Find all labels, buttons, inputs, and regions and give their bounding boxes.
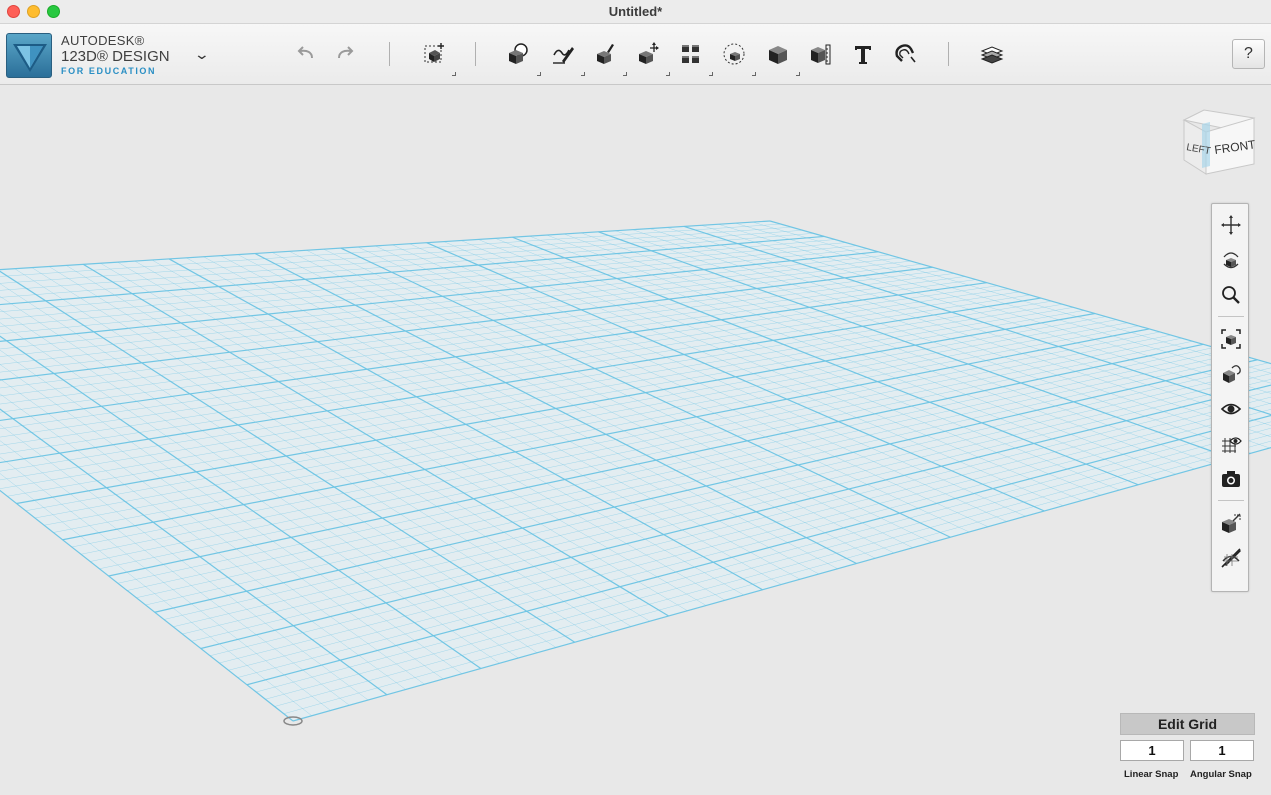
undo-icon — [297, 46, 313, 59]
modify-icon — [639, 42, 659, 64]
orbit-button[interactable] — [1218, 247, 1244, 273]
screenshot-icon — [1222, 471, 1240, 487]
help-button[interactable]: ? — [1232, 39, 1265, 69]
group-icon — [723, 43, 745, 65]
app-menu-chevron-icon[interactable]: ⌄ — [194, 46, 210, 63]
orbit-icon — [1223, 252, 1239, 269]
pan-button[interactable] — [1218, 212, 1244, 238]
sketch-button[interactable] — [547, 38, 585, 76]
screenshot-button[interactable] — [1218, 466, 1244, 492]
undo-button[interactable] — [289, 38, 321, 70]
materials-button[interactable] — [976, 38, 1008, 70]
orbit-selected-icon — [1223, 365, 1241, 383]
group-button[interactable] — [718, 38, 756, 76]
text-icon — [855, 46, 871, 64]
materials-icon — [980, 46, 1004, 64]
transform-icon — [424, 43, 444, 63]
hide-sketch-icon — [1221, 548, 1241, 568]
angular-snap-label: Angular Snap — [1190, 769, 1252, 780]
toolbar-separator — [389, 42, 390, 66]
main-toolbar: AUTODESK® 123D® DESIGN FOR EDUCATION ⌄ ? — [0, 24, 1271, 85]
text-button[interactable] — [847, 38, 879, 70]
materials-outline-icon — [1222, 513, 1241, 533]
materials-outline-button[interactable] — [1218, 510, 1244, 536]
linear-snap-input[interactable]: 1 — [1120, 740, 1184, 761]
workplane-grid — [0, 220, 1271, 726]
modify-button[interactable] — [632, 38, 670, 76]
fit-icon — [1221, 329, 1241, 349]
3d-viewport[interactable]: LEFT FRONT Edit Grid 1 1 Linear Snap Ang… — [0, 86, 1271, 795]
app-brand: AUTODESK® 123D® DESIGN FOR EDUCATION — [61, 34, 170, 76]
grid-visibility-button[interactable] — [1218, 431, 1244, 457]
primitives-icon — [509, 43, 528, 64]
fit-button[interactable] — [1218, 326, 1244, 352]
hide-sketch-button[interactable] — [1218, 545, 1244, 571]
grid-visibility-icon — [1222, 437, 1242, 453]
pan-icon — [1221, 215, 1241, 235]
navbar-separator — [1218, 316, 1244, 317]
redo-button[interactable] — [330, 38, 362, 70]
angular-snap-input[interactable]: 1 — [1190, 740, 1254, 761]
toolbar-separator — [948, 42, 949, 66]
measure-button[interactable] — [804, 38, 836, 70]
visibility-icon — [1220, 403, 1242, 415]
brand-line-2: 123D® DESIGN — [61, 48, 170, 65]
zoom-button[interactable] — [1218, 282, 1244, 308]
window-title: Untitled* — [608, 4, 663, 19]
brand-line-3: FOR EDUCATION — [61, 66, 157, 76]
redo-icon — [338, 46, 354, 59]
app-logo[interactable] — [6, 33, 52, 78]
linear-snap-label: Linear Snap — [1124, 769, 1179, 780]
measure-icon — [811, 44, 831, 65]
transform-button[interactable] — [418, 38, 456, 76]
construct-icon — [597, 44, 614, 64]
logo-icon — [13, 44, 47, 72]
edit-grid-panel: Edit Grid 1 1 Linear Snap Angular Snap — [1120, 713, 1255, 783]
navigation-bar — [1211, 203, 1249, 592]
title-bar: Untitled* — [0, 0, 1271, 24]
pattern-icon — [682, 45, 699, 63]
view-cube[interactable]: LEFT FRONT — [1180, 108, 1257, 180]
snap-button[interactable] — [890, 38, 922, 70]
toolbar-separator — [475, 42, 476, 66]
brand-line-1: AUTODESK® — [61, 33, 145, 48]
combine-icon — [769, 46, 787, 64]
navbar-separator — [1218, 500, 1244, 501]
edit-grid-button[interactable]: Edit Grid — [1120, 713, 1255, 735]
primitives-button[interactable] — [503, 38, 541, 76]
workplane-surface — [0, 221, 1271, 721]
combine-button[interactable] — [762, 38, 800, 76]
orbit-selected-button[interactable] — [1218, 361, 1244, 387]
snap-icon — [895, 44, 916, 63]
app-window: Untitled* AUTODESK® 123D® DESIGN FOR EDU… — [0, 0, 1271, 795]
sketch-icon — [553, 47, 574, 64]
construct-button[interactable] — [589, 38, 627, 76]
pattern-button[interactable] — [675, 38, 713, 76]
view-cube-icon: LEFT FRONT — [1182, 109, 1257, 175]
zoom-icon — [1222, 286, 1240, 304]
visibility-button[interactable] — [1218, 396, 1244, 422]
